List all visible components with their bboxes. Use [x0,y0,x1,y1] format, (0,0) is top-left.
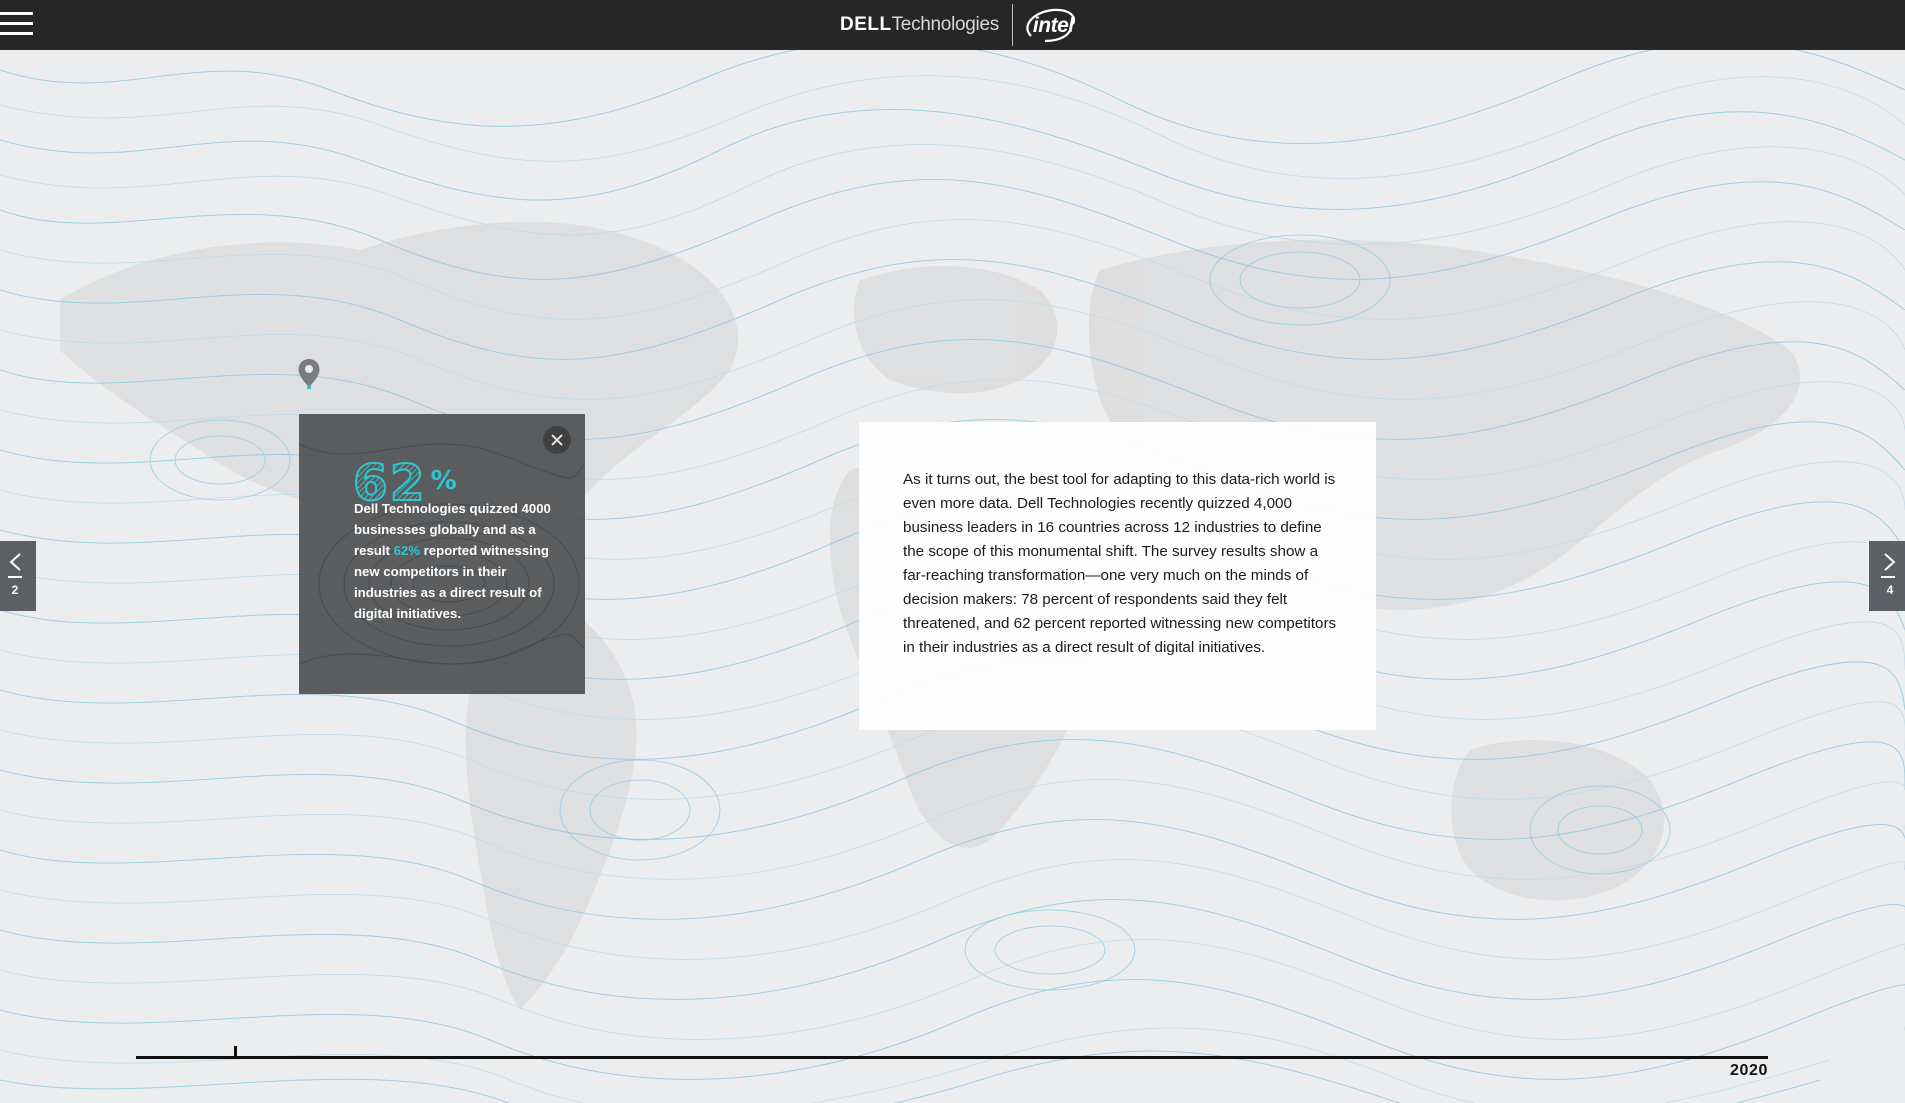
chevron-right-icon [1884,553,1896,571]
info-card-body: As it turns out, the best tool for adapt… [903,471,1337,656]
brand-divider [1011,4,1013,46]
stat-description: Dell Technologies quizzed 4000 businesse… [354,501,551,621]
next-page-button[interactable]: 4 [1869,541,1905,611]
prev-page-button[interactable]: 2 [0,541,36,611]
timeline-track[interactable] [136,1056,1768,1059]
stat-popup: 62% Dell Technologies quizzed 4000 busin… [299,414,585,694]
top-bar: DELLTechnologies intel [0,0,1905,50]
intel-logo: intel [1025,6,1077,44]
stat-highlight: 62% [393,543,420,558]
prev-page-number: 2 [11,583,19,597]
timeline-end-year: 2020 [1730,1062,1768,1079]
stat-unit: % [430,466,457,496]
next-page-number: 4 [1886,583,1894,597]
hamburger-menu-icon[interactable] [0,12,33,36]
map-pin-icon[interactable] [297,358,321,390]
dell-technologies-logo: DELLTechnologies [840,14,999,35]
close-button[interactable] [543,426,571,454]
nav-divider [8,576,22,578]
close-icon [551,434,563,446]
info-card: As it turns out, the best tool for adapt… [859,422,1376,730]
timeline-marker[interactable] [234,1046,237,1057]
chevron-left-icon [9,553,21,571]
nav-divider [1881,576,1895,578]
brand-logos: DELLTechnologies intel [840,0,1077,50]
